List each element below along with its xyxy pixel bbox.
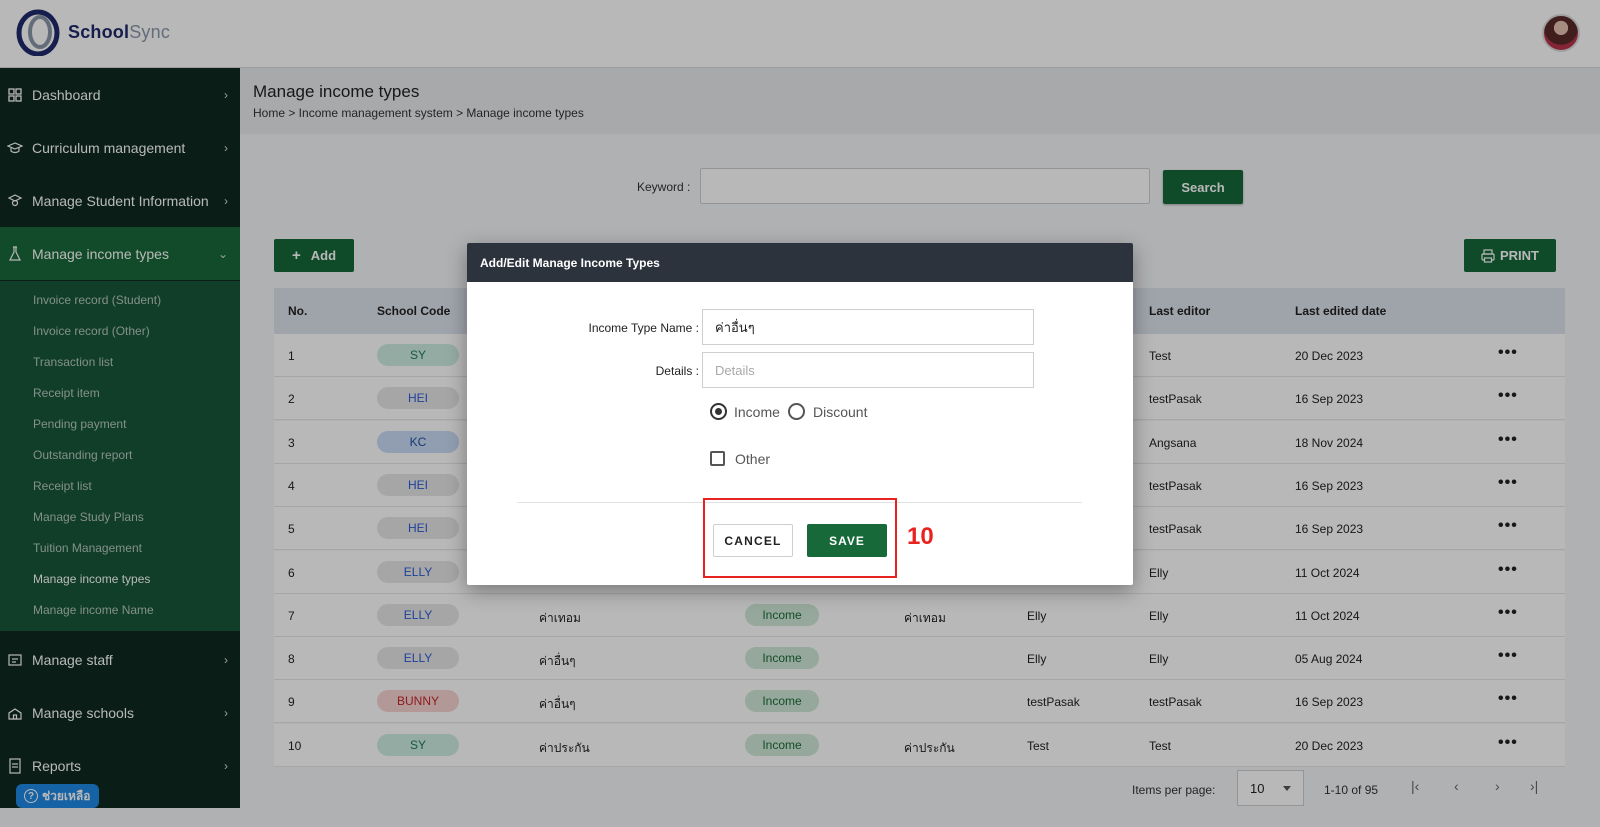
discount-radio-label[interactable]: Discount xyxy=(813,404,867,420)
details-label: Details : xyxy=(655,364,699,378)
other-checkbox-label[interactable]: Other xyxy=(735,451,770,467)
income-radio-label[interactable]: Income xyxy=(734,404,780,420)
dialog-title: Add/Edit Manage Income Types xyxy=(467,243,1133,282)
details-input[interactable]: Details xyxy=(702,352,1034,388)
discount-radio[interactable] xyxy=(788,403,805,420)
annotation-step-number: 10 xyxy=(907,523,934,550)
other-checkbox[interactable] xyxy=(710,451,725,466)
income-radio[interactable] xyxy=(710,403,727,420)
income-type-name-label: Income Type Name : xyxy=(588,321,700,335)
income-type-name-input[interactable]: ค่าอื่นๆ xyxy=(702,309,1034,345)
annotation-highlight-box xyxy=(703,498,897,578)
